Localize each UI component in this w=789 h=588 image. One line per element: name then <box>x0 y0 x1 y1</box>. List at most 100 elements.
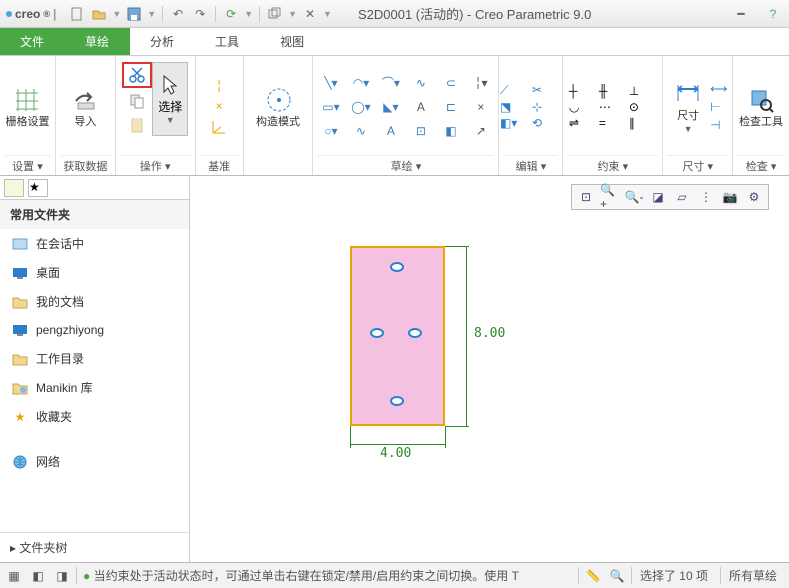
text-icon[interactable]: A <box>407 96 435 118</box>
midpoint-icon[interactable]: ⋯ <box>599 100 627 114</box>
symmetric-icon[interactable]: ⇌ <box>569 116 597 130</box>
divide-icon[interactable]: ⊹ <box>532 100 562 114</box>
thicken-icon[interactable]: ⊏ <box>437 96 465 118</box>
folder-working[interactable]: 工作目录 <box>0 344 189 373</box>
grid-settings-button[interactable]: 栅格设置 <box>5 70 49 144</box>
corner-icon[interactable]: ⬔ <box>500 100 530 114</box>
delete-seg-icon[interactable]: ✂ <box>532 83 562 98</box>
sketch-hole-1[interactable] <box>390 262 404 272</box>
folder-desktop[interactable]: 桌面 <box>0 258 189 287</box>
zoom-icon[interactable]: 🔍 <box>607 566 627 586</box>
undo-icon[interactable]: ↶ <box>169 5 187 23</box>
paste-button[interactable] <box>122 114 152 136</box>
folder-documents[interactable]: 我的文档 <box>0 287 189 316</box>
sketch-hole-3[interactable] <box>408 328 422 338</box>
group-settings[interactable]: 设置 ▾ <box>4 155 51 175</box>
folder-favorites[interactable]: ★收藏夹 <box>0 402 189 431</box>
rotate-icon[interactable]: ⟲ <box>532 116 562 130</box>
folder-in-session[interactable]: 在会话中 <box>0 229 189 258</box>
sketch-hole-4[interactable] <box>390 396 404 406</box>
group-edit[interactable]: 编辑 ▾ <box>503 155 558 175</box>
ord-dim-icon[interactable]: ⊣ <box>710 118 727 132</box>
perpendicular-icon[interactable]: ⊥ <box>629 84 657 98</box>
help-button[interactable]: ? <box>757 2 789 26</box>
spline2-icon[interactable]: ∿ <box>347 120 375 142</box>
select-button[interactable]: 选择▼ <box>152 62 188 136</box>
display-style-icon[interactable]: ⋮ <box>696 187 716 207</box>
arc-icon[interactable]: ◠▾ <box>347 72 375 94</box>
wireframe-icon[interactable]: ▱ <box>672 187 692 207</box>
status-icon-3[interactable]: ◨ <box>52 566 72 586</box>
ruler-icon[interactable]: 📏 <box>583 566 603 586</box>
group-inspect[interactable]: 检查 ▾ <box>737 155 785 175</box>
text2-icon[interactable]: A <box>377 120 405 142</box>
tab-tools[interactable]: 工具 <box>195 28 260 55</box>
minimize-button[interactable]: ━ <box>725 2 757 26</box>
zoom-in-icon[interactable]: 🔍+ <box>600 187 620 207</box>
sidebar-tab-star[interactable]: ★ <box>28 179 48 197</box>
spline-icon[interactable]: ∿ <box>407 72 435 94</box>
saved-views-icon[interactable]: 📷 <box>720 187 740 207</box>
close-window-icon[interactable]: ✕ <box>301 5 319 23</box>
folder-manikin[interactable]: Manikin 库 <box>0 373 189 402</box>
regen-icon[interactable]: ⟳ <box>222 5 240 23</box>
coincident-icon[interactable]: ⊙ <box>629 100 657 114</box>
shade-icon[interactable]: ◪ <box>648 187 668 207</box>
tab-view[interactable]: 视图 <box>260 28 325 55</box>
dimension-button[interactable]: 尺寸▼ <box>668 70 708 144</box>
dim-height[interactable]: 8.00 <box>474 326 505 341</box>
fillet-icon[interactable]: ⌒▾ <box>377 72 405 94</box>
rectangle-icon[interactable]: ▭▾ <box>317 96 345 118</box>
redo-icon[interactable]: ↷ <box>191 5 209 23</box>
coord-icon[interactable] <box>211 119 227 135</box>
centerline-icon[interactable]: ╎ <box>215 79 222 93</box>
inspect-button[interactable]: 检查工具 <box>739 70 783 144</box>
circle-icon[interactable]: ○▾ <box>317 120 345 142</box>
sketch-hole-2[interactable] <box>370 328 384 338</box>
chamfer-icon[interactable]: ◣▾ <box>377 96 405 118</box>
zoom-out-icon[interactable]: 🔍- <box>624 187 644 207</box>
palette-icon[interactable]: ◧ <box>437 120 465 142</box>
modify-icon[interactable]: ⟋ <box>500 83 530 98</box>
point-icon[interactable]: × <box>216 99 223 113</box>
dim-width[interactable]: 4.00 <box>380 446 411 461</box>
settings-icon[interactable]: ⚙ <box>744 187 764 207</box>
graphics-canvas[interactable]: ⊡ 🔍+ 🔍- ◪ ▱ ⋮ 📷 ⚙ 8.00 4.00 <box>190 176 789 562</box>
windows-icon[interactable] <box>266 5 284 23</box>
cut-button[interactable] <box>122 62 152 88</box>
centerline2-icon[interactable]: ╎▾ <box>467 72 495 94</box>
project-icon[interactable]: ⊡ <box>407 120 435 142</box>
vertical-constraint-icon[interactable]: ┼ <box>569 84 597 98</box>
tab-analysis[interactable]: 分析 <box>130 28 195 55</box>
group-dimension[interactable]: 尺寸 ▾ <box>667 155 728 175</box>
folder-network[interactable]: 网络 <box>0 447 189 476</box>
tab-file[interactable]: 文件 <box>0 28 65 55</box>
construction-mode-button[interactable]: 构造模式 <box>256 70 300 144</box>
point2-icon[interactable]: × <box>467 96 495 118</box>
save-icon[interactable] <box>125 5 143 23</box>
offset-icon[interactable]: ⊂ <box>437 72 465 94</box>
sidebar-tab-folder[interactable] <box>4 179 24 197</box>
ellipse-icon[interactable]: ◯▾ <box>347 96 375 118</box>
line-icon[interactable]: ╲▾ <box>317 72 345 94</box>
horizontal-constraint-icon[interactable]: ╫ <box>599 84 627 98</box>
new-icon[interactable] <box>68 5 86 23</box>
status-icon-1[interactable]: ▦ <box>4 566 24 586</box>
group-sketch[interactable]: 草绘 ▾ <box>317 155 494 175</box>
tangent-icon[interactable]: ◡ <box>569 100 597 114</box>
equal-icon[interactable]: = <box>599 116 627 130</box>
import-button[interactable]: 导入 <box>63 70 107 144</box>
ref-dim-icon[interactable]: ⟷ <box>710 82 727 96</box>
group-constraint[interactable]: 约束 ▾ <box>567 155 658 175</box>
mirror-icon[interactable]: ◧▾ <box>500 116 530 130</box>
refit-icon[interactable]: ⊡ <box>576 187 596 207</box>
selection-filter[interactable]: 所有草绘 <box>720 567 785 584</box>
parallel-icon[interactable]: ∥ <box>629 116 657 130</box>
coord2-icon[interactable]: ↗ <box>467 120 495 142</box>
group-operate[interactable]: 操作 ▾ <box>120 155 191 175</box>
baseline-dim-icon[interactable]: ⊢ <box>710 100 727 114</box>
status-icon-2[interactable]: ◧ <box>28 566 48 586</box>
open-icon[interactable] <box>90 5 108 23</box>
copy-button[interactable] <box>122 90 152 112</box>
folder-user[interactable]: pengzhiyong <box>0 316 189 344</box>
